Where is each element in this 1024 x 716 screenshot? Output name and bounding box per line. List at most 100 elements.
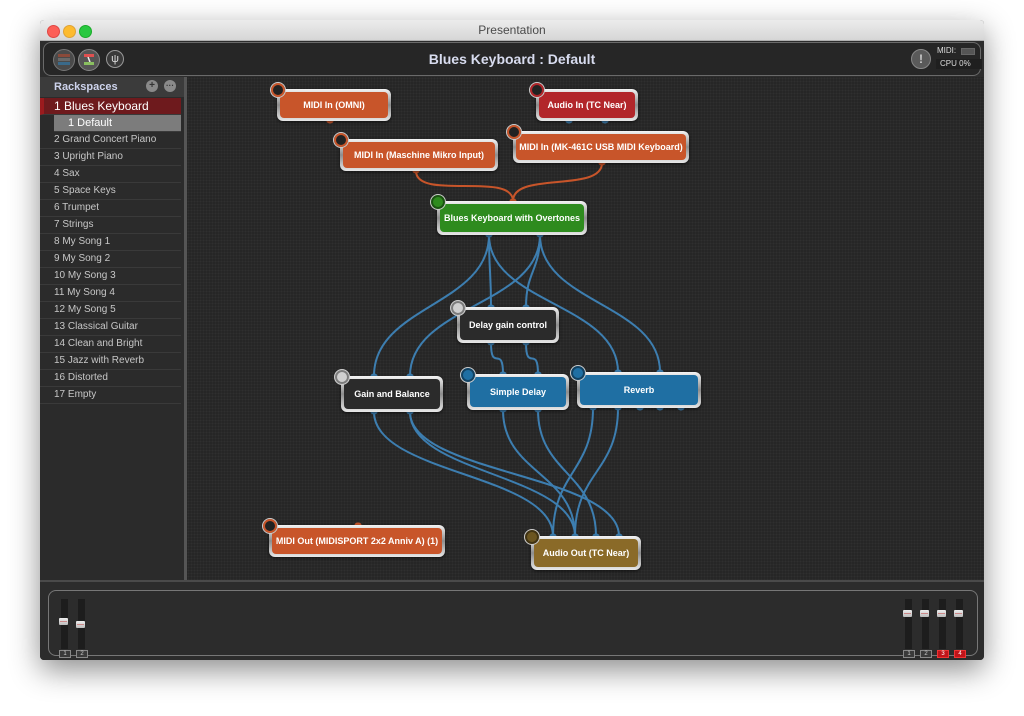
plugin-block-label: Simple Delay	[470, 377, 566, 407]
rackspace-item[interactable]: 11 My Song 4	[40, 285, 181, 302]
fader-handle[interactable]	[59, 618, 68, 625]
zoom-window-button[interactable]	[79, 25, 92, 38]
window-title: Presentation	[478, 23, 546, 37]
wiring-canvas[interactable]: MIDI In (OMNI) Audio In (TC Near) MIDI In …	[187, 77, 984, 580]
wire-gain-balance-to-audio-out[interactable]	[409, 411, 620, 537]
mixer-icon	[450, 300, 466, 316]
output-channel-label: 2	[920, 650, 932, 658]
plugin-block-label: MIDI In (OMNI)	[280, 92, 388, 118]
fader-handle[interactable]	[76, 621, 85, 628]
sidebar-header: Rackspaces + ···	[40, 77, 184, 97]
rackspace-item[interactable]: 16 Distorted	[40, 370, 181, 387]
plugin-block-label: Delay gain control	[460, 310, 556, 340]
wire-blues-keyboard-to-reverb[interactable]	[539, 234, 661, 373]
close-window-button[interactable]	[47, 25, 60, 38]
mixer-panel: 121234	[40, 580, 984, 660]
mixer-icon	[334, 369, 350, 385]
input-channel-label: 2	[76, 650, 88, 658]
knob-icon	[570, 365, 586, 381]
rackspace-item[interactable]: 5 Space Keys	[40, 183, 181, 200]
warning-icon[interactable]: !	[911, 49, 931, 69]
toolbar-frame: ψ Blues Keyboard : Default ! MIDI: CPU 0…	[43, 42, 982, 76]
wire-delay-gain-to-simple-delay[interactable]	[525, 342, 539, 375]
microphone-icon	[529, 82, 545, 98]
plugin-block-reverb[interactable]: Reverb	[570, 365, 701, 408]
speaker-icon	[524, 529, 540, 545]
rackspace-item[interactable]: 8 My Song 1	[40, 234, 181, 251]
app-window: Presentation ψ Blues Keyboard : Default …	[40, 20, 984, 660]
rackspace-item-selected[interactable]: 1 Blues Keyboard	[40, 98, 181, 115]
wire-blues-keyboard-to-gain-balance[interactable]	[373, 234, 490, 377]
plugin-block-label: MIDI In (Maschine Mikro Input)	[343, 142, 495, 168]
add-rackspace-button[interactable]: +	[146, 80, 158, 92]
output-channel-label: 4	[954, 650, 966, 658]
wire-gain-balance-to-audio-out[interactable]	[409, 411, 576, 537]
plugin-block-label: MIDI In (MK-461C USB MIDI Keyboard)	[516, 134, 686, 160]
mixer-frame: 121234	[48, 590, 978, 658]
plugin-block-label: Audio Out (TC Near)	[534, 539, 638, 567]
rackspace-item[interactable]: 13 Classical Guitar	[40, 319, 181, 336]
plugin-block-audio-in[interactable]: Audio In (TC Near)	[529, 82, 638, 121]
wire-midi-in-mk461c-to-blues-keyboard[interactable]	[512, 162, 603, 202]
rackspace-item[interactable]: 3 Upright Piano	[40, 149, 181, 166]
rackspace-item[interactable]: 17 Empty	[40, 387, 181, 404]
fader-handle[interactable]	[937, 610, 946, 617]
output-fader-3[interactable]	[937, 599, 946, 649]
midi-activity-indicator	[961, 48, 975, 55]
fader-handle[interactable]	[903, 610, 912, 617]
plugin-block-midi-out[interactable]: MIDI Out (MIDISPORT 2x2 Anniv A) (1)	[262, 518, 445, 557]
plugin-block-blues-keyboard[interactable]: Blues Keyboard with Overtones	[430, 194, 587, 235]
plugin-block-label: Audio In (TC Near)	[539, 92, 635, 118]
sidebar-title: Rackspaces	[54, 81, 118, 93]
rackspace-item[interactable]: 6 Trumpet	[40, 200, 181, 217]
knob-icon	[460, 367, 476, 383]
more-options-button[interactable]: ···	[164, 80, 176, 92]
minimize-window-button[interactable]	[63, 25, 76, 38]
midi-port-icon	[506, 124, 522, 140]
output-fader-2[interactable]	[920, 599, 929, 649]
wire-blues-keyboard-to-gain-balance[interactable]	[409, 234, 541, 377]
plugin-block-label: Gain and Balance	[344, 379, 440, 409]
output-fader-1[interactable]	[903, 599, 912, 649]
wire-gain-balance-to-audio-out[interactable]	[373, 411, 554, 537]
wire-delay-gain-to-simple-delay[interactable]	[490, 342, 504, 375]
plugin-block-delay-gain[interactable]: Delay gain control	[450, 300, 559, 343]
output-channel-label: 3	[937, 650, 949, 658]
rackspace-list: 1 Blues Keyboard 1 Default 2 Grand Conce…	[40, 98, 181, 404]
plugin-block-midi-in-maschine[interactable]: MIDI In (Maschine Mikro Input)	[333, 132, 498, 171]
plugin-block-simple-delay[interactable]: Simple Delay	[460, 367, 569, 410]
rackspace-item[interactable]: 9 My Song 2	[40, 251, 181, 268]
variation-item-selected[interactable]: 1 Default	[54, 115, 181, 132]
input-fader-1[interactable]	[59, 599, 68, 649]
rackspace-item[interactable]: 12 My Song 5	[40, 302, 181, 319]
plugin-block-label: Blues Keyboard with Overtones	[440, 204, 584, 232]
plugin-block-midi-in-omni[interactable]: MIDI In (OMNI)	[270, 82, 391, 121]
fader-handle[interactable]	[920, 610, 929, 617]
output-channel-label: 1	[903, 650, 915, 658]
fader-handle[interactable]	[954, 610, 963, 617]
midi-activity-label: MIDI:	[937, 46, 957, 55]
rackspace-sidebar: Rackspaces + ··· 1 Blues Keyboard 1 Defa…	[40, 77, 187, 580]
title-bar: Presentation	[40, 20, 984, 41]
rackspace-title: Blues Keyboard : Default	[428, 51, 596, 67]
midi-port-icon	[262, 518, 278, 534]
plugin-block-gain-balance[interactable]: Gain and Balance	[334, 369, 443, 412]
waveform-icon	[430, 194, 446, 210]
rackspace-item[interactable]: 14 Clean and Bright	[40, 336, 181, 353]
plugin-block-label: MIDI Out (MIDISPORT 2x2 Anniv A) (1)	[272, 528, 442, 554]
input-fader-2[interactable]	[76, 599, 85, 649]
cpu-meter: CPU 0%	[936, 59, 982, 69]
midi-port-icon	[333, 132, 349, 148]
input-channel-label: 1	[59, 650, 71, 658]
midi-port-icon	[270, 82, 286, 98]
rackspace-item[interactable]: 2 Grand Concert Piano	[40, 132, 181, 149]
plugin-block-audio-out[interactable]: Audio Out (TC Near)	[524, 529, 641, 570]
rackspace-item[interactable]: 10 My Song 3	[40, 268, 181, 285]
output-fader-4[interactable]	[954, 599, 963, 649]
rackspace-item[interactable]: 7 Strings	[40, 217, 181, 234]
toolbar: ψ Blues Keyboard : Default ! MIDI: CPU 0…	[40, 41, 984, 77]
rackspace-item[interactable]: 4 Sax	[40, 166, 181, 183]
plugin-block-label: Reverb	[580, 375, 698, 405]
plugin-block-midi-in-mk461c[interactable]: MIDI In (MK-461C USB MIDI Keyboard)	[506, 124, 689, 163]
rackspace-item[interactable]: 15 Jazz with Reverb	[40, 353, 181, 370]
